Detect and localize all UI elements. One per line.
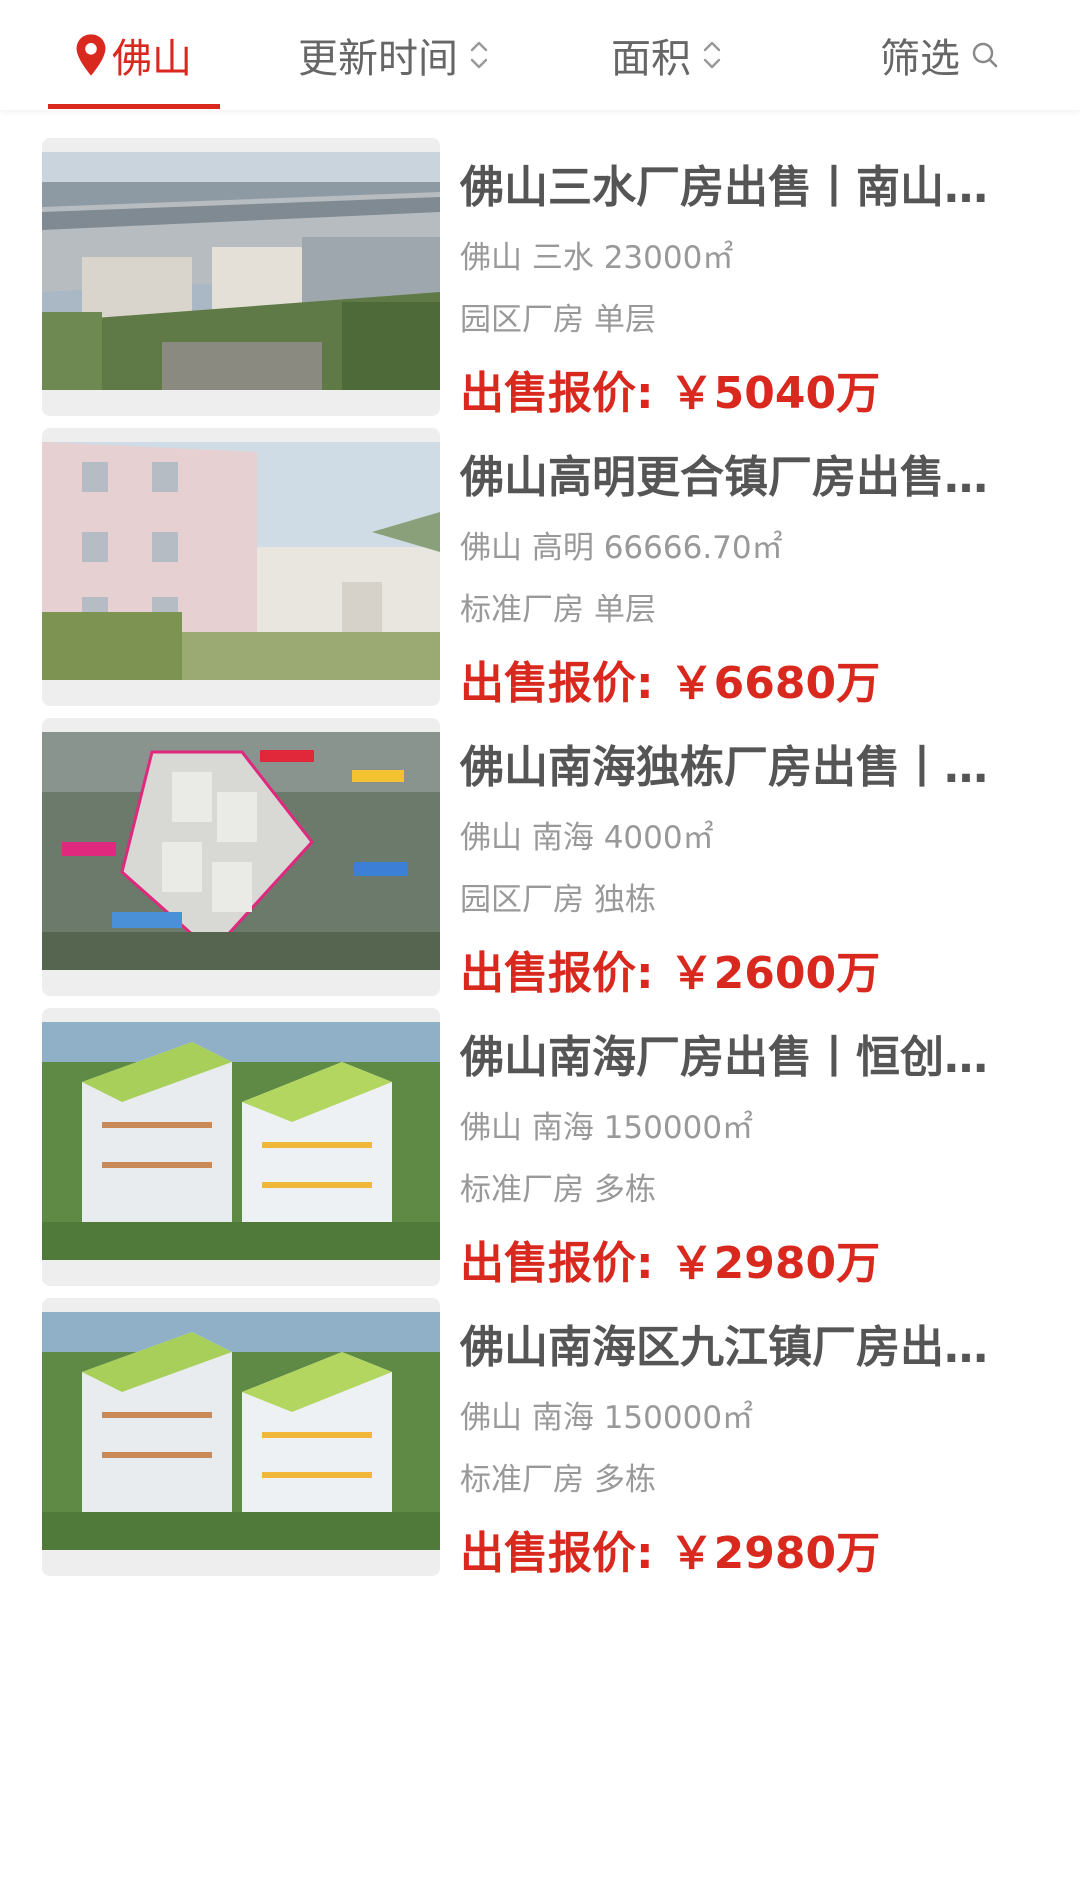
listing-category: 标准厂房 [460, 1462, 584, 1498]
price-value: ￥2980万 [669, 1528, 881, 1579]
price-label: 出售报价: [460, 1528, 654, 1579]
listing-photo[interactable] [42, 1298, 440, 1576]
listing-photo[interactable] [42, 718, 440, 996]
listing-title[interactable]: 佛山南海厂房出售丨恒创产业园 [460, 1028, 1000, 1088]
city-label: 佛山 [112, 36, 192, 82]
listing-card[interactable]: 佛山南海独栋厂房出售丨产业园 佛山 南海 4000㎡ 园区厂房独栋 出售报价:￥… [0, 690, 1080, 999]
listing-location-area: 佛山 高明 66666.70㎡ [460, 530, 783, 566]
listing-category: 园区厂房 [460, 882, 584, 918]
listing-tags: 标准厂房 单层 [460, 590, 656, 630]
listing-floors: 单层 [594, 302, 656, 338]
listing-location-area: 佛山 南海 150000㎡ [460, 1110, 754, 1146]
filter-bar: 佛山 更新时间 面积 筛选 [0, 0, 1080, 110]
listing-floors: 多栋 [594, 1462, 656, 1498]
listing-tags: 园区厂房 单层 [460, 300, 656, 340]
listing-location-area: 佛山 南海 150000㎡ [460, 1400, 754, 1436]
listing-photo[interactable] [42, 428, 440, 706]
sort-area-label: 面积 [611, 36, 691, 82]
listing-location-area: 佛山 南海 4000㎡ [460, 820, 714, 856]
filter-button[interactable]: 筛选 [880, 0, 1000, 110]
sort-by-area[interactable]: 面积 [611, 0, 723, 110]
search-icon [972, 42, 998, 68]
listing-title[interactable]: 佛山南海区九江镇厂房出售丨产业园 [460, 1318, 1000, 1378]
listing-floors: 单层 [594, 592, 656, 628]
active-tab-indicator [48, 104, 220, 109]
listing-card[interactable]: 佛山三水厂房出售丨南山镇工业园厂房 佛山 三水 23000㎡ 园区厂房单层 出售… [0, 110, 1080, 419]
sort-time-label: 更新时间 [298, 36, 458, 82]
listing-floors: 独栋 [594, 882, 656, 918]
filter-label: 筛选 [880, 36, 960, 82]
city-selector[interactable]: 佛山 [74, 0, 192, 110]
listing-photo[interactable] [42, 1008, 440, 1286]
listing-category: 园区厂房 [460, 302, 584, 338]
sort-arrows-icon [470, 41, 488, 69]
listing-card[interactable]: 佛山高明更合镇厂房出售丨标准厂房 佛山 高明 66666.70㎡ 标准厂房单层 … [0, 400, 1080, 709]
listing-tags: 标准厂房 多栋 [460, 1460, 656, 1500]
listing-floors: 多栋 [594, 1172, 656, 1208]
listing-title[interactable]: 佛山三水厂房出售丨南山镇工业园厂房 [460, 158, 1000, 218]
sort-arrows-icon [703, 41, 721, 69]
listing-category: 标准厂房 [460, 1172, 584, 1208]
listing-photo[interactable] [42, 138, 440, 416]
listing-tags: 园区厂房 独栋 [460, 880, 656, 920]
listing-location-area: 佛山 三水 23000㎡ [460, 240, 734, 276]
location-pin-icon [76, 34, 106, 76]
listing-price: 出售报价: ￥2980万 [460, 1526, 880, 1582]
listing-title[interactable]: 佛山高明更合镇厂房出售丨标准厂房 [460, 448, 1000, 508]
listing-title[interactable]: 佛山南海独栋厂房出售丨产业园 [460, 738, 1000, 798]
listing-card[interactable]: 佛山南海区九江镇厂房出售丨产业园 佛山 南海 150000㎡ 标准厂房多栋 出售… [0, 1270, 1080, 1579]
listing-card[interactable]: 佛山南海厂房出售丨恒创产业园 佛山 南海 150000㎡ 标准厂房多栋 出售报价… [0, 980, 1080, 1289]
listing-tags: 标准厂房 多栋 [460, 1170, 656, 1210]
listing-category: 标准厂房 [460, 592, 584, 628]
sort-by-update-time[interactable]: 更新时间 [298, 0, 490, 110]
